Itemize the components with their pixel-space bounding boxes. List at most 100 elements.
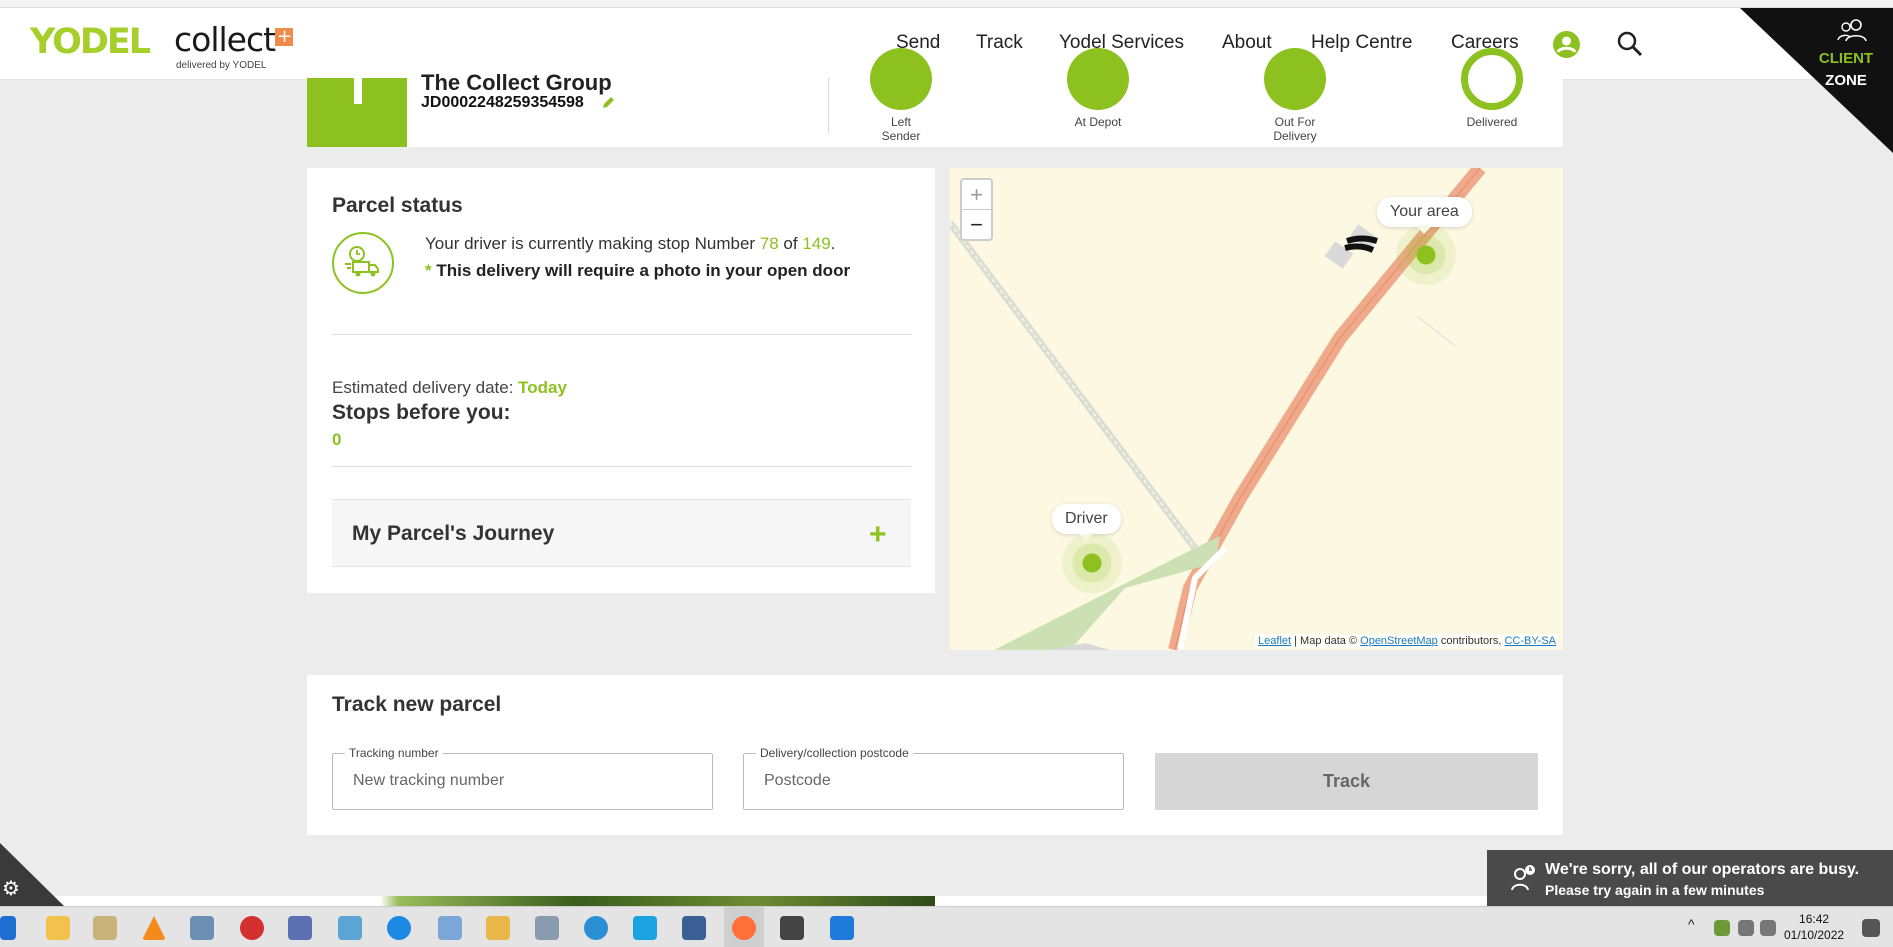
windows-taskbar: ^ 16:42 01/10/2022 xyxy=(0,906,1893,947)
step-at-depot-dot xyxy=(1067,48,1129,110)
total-stops-number: 149 xyxy=(802,234,831,253)
step-at-depot-label: At Depot xyxy=(1074,115,1122,129)
parcel-status-card: Parcel status Your driver is currently m… xyxy=(307,168,935,593)
folder-icon[interactable] xyxy=(486,916,510,940)
of-word: of xyxy=(778,234,803,253)
client-zone-top: CLIENT xyxy=(1818,50,1874,67)
tray-chevron-icon[interactable]: ^ xyxy=(1688,916,1702,940)
step-out-for-delivery-label: Out For Delivery xyxy=(1273,115,1317,143)
stops-before-label: Stops before you: xyxy=(332,401,511,424)
sender-name: The Collect Group xyxy=(421,70,612,95)
postcode-input[interactable] xyxy=(764,772,1094,790)
cookie-gear-icon[interactable]: ⚙ xyxy=(2,876,20,901)
file-explorer-icon[interactable] xyxy=(46,916,70,940)
delivery-truck-icon xyxy=(332,232,394,294)
promo-image xyxy=(40,896,935,906)
step-left-sender: Left Sender xyxy=(841,48,961,143)
current-stop-number: 78 xyxy=(759,234,779,253)
collect-plus-logo[interactable]: collect + xyxy=(174,20,294,59)
yodel-logo[interactable]: YODEL xyxy=(30,22,151,62)
docker-icon[interactable] xyxy=(584,916,608,940)
site-header: YODEL collect + delivered by YODEL Send T… xyxy=(0,8,1893,80)
hub-app-icon[interactable] xyxy=(682,916,706,940)
attribution-mid: | Map data © xyxy=(1291,635,1361,647)
map-tiles xyxy=(950,168,1486,650)
estimated-delivery-value: Today xyxy=(518,378,567,397)
your-area-label: Your area xyxy=(1377,197,1472,234)
client-zone-label[interactable]: CLIENT ZONE xyxy=(1806,48,1886,92)
nav-yodel-services[interactable]: Yodel Services xyxy=(1059,32,1184,54)
parcel-summary-card: The Collect Group JD0002248259354598 Lef… xyxy=(307,48,1563,147)
nav-track[interactable]: Track xyxy=(976,32,1023,54)
taskbar-clock[interactable]: 16:42 01/10/2022 xyxy=(1784,911,1844,943)
teamviewer-icon[interactable] xyxy=(830,916,854,940)
driver-label: Driver xyxy=(1052,504,1121,541)
step-delivered-dot xyxy=(1461,48,1523,110)
track-new-parcel-card: Track new parcel Tracking number Deliver… xyxy=(307,675,1563,835)
step-out-for-delivery: Out For Delivery xyxy=(1235,48,1355,143)
collect-logo-text: collect xyxy=(174,20,276,59)
stops-before-value: 0 xyxy=(332,430,342,449)
spreadsheet-icon[interactable] xyxy=(288,916,312,940)
start-menu-icon[interactable] xyxy=(0,916,16,940)
map-zoom-control: + − xyxy=(960,178,993,241)
chat-agent-icon xyxy=(1510,864,1536,892)
client-zone-bottom: ZONE xyxy=(1825,72,1867,89)
chat-status-banner[interactable]: We're sorry, all of our operators are bu… xyxy=(1487,850,1893,906)
track-button[interactable]: Track xyxy=(1155,753,1538,810)
tray-app-icon[interactable] xyxy=(1714,920,1730,936)
security-app-icon[interactable] xyxy=(780,916,804,940)
edit-pencil-icon[interactable] xyxy=(601,96,615,110)
internet-explorer-icon[interactable] xyxy=(387,916,411,940)
your-area-marker[interactable] xyxy=(1396,225,1456,285)
network-app-icon[interactable] xyxy=(535,916,559,940)
tracking-number-legend: Tracking number xyxy=(345,746,443,760)
volume-icon[interactable] xyxy=(1760,920,1776,936)
media-player-icon[interactable] xyxy=(93,916,117,940)
delivery-map[interactable]: + − Your area Driver Leaflet | Map data … xyxy=(950,168,1563,650)
asterisk: * xyxy=(425,261,437,280)
paint-icon[interactable] xyxy=(190,916,214,940)
expand-plus-icon[interactable]: + xyxy=(869,520,887,550)
estimated-delivery: Estimated delivery date: Today xyxy=(332,378,567,398)
zoom-out-button[interactable]: − xyxy=(962,209,991,238)
driver-stop-message: Your driver is currently making stop Num… xyxy=(425,234,835,254)
postcode-field: Delivery/collection postcode xyxy=(743,746,1124,810)
search-icon[interactable] xyxy=(1616,30,1644,58)
driver-prefix: Your driver is currently making stop Num… xyxy=(425,234,760,253)
clock-time: 16:42 xyxy=(1799,912,1830,926)
parcel-status-badge xyxy=(307,78,407,147)
firefox-icon[interactable] xyxy=(732,916,756,940)
postcode-legend: Delivery/collection postcode xyxy=(756,746,913,760)
step-at-depot: At Depot xyxy=(1038,48,1158,129)
notes-icon[interactable] xyxy=(338,916,362,940)
tracking-number-field: Tracking number xyxy=(332,746,713,810)
zoom-in-button[interactable]: + xyxy=(962,180,991,209)
nav-about[interactable]: About xyxy=(1222,32,1272,54)
estimated-delivery-label: Estimated delivery date: xyxy=(332,378,519,397)
vlc-icon[interactable] xyxy=(142,916,166,940)
tracking-number-input[interactable] xyxy=(353,772,683,790)
photo-requirement-note: * This delivery will require a photo in … xyxy=(425,261,850,281)
driver-marker[interactable] xyxy=(1062,533,1122,593)
nav-help-centre[interactable]: Help Centre xyxy=(1311,32,1412,54)
step-delivered: Delivered xyxy=(1432,48,1552,129)
promo-panel xyxy=(935,896,1563,906)
status-divider-2 xyxy=(332,466,911,467)
map-attribution: Leaflet | Map data © OpenStreetMap contr… xyxy=(1255,634,1559,648)
account-icon[interactable] xyxy=(1553,31,1580,58)
tracking-id: JD0002248259354598 xyxy=(421,94,584,111)
arduino-icon[interactable] xyxy=(633,916,657,940)
notifications-icon[interactable] xyxy=(1862,919,1880,937)
t-app-icon[interactable] xyxy=(240,916,264,940)
network-icon[interactable] xyxy=(1738,920,1754,936)
chat-message-line2: Please try again in a few minutes xyxy=(1545,882,1765,898)
cc-by-sa-link[interactable]: CC-BY-SA xyxy=(1504,635,1556,647)
leaflet-link[interactable]: Leaflet xyxy=(1258,635,1291,647)
parcel-journey-accordion[interactable]: My Parcel's Journey + xyxy=(332,499,911,567)
browser-strip xyxy=(0,0,1893,8)
clock-date: 01/10/2022 xyxy=(1784,928,1845,942)
phone-app-icon[interactable] xyxy=(438,916,462,940)
openstreetmap-link[interactable]: OpenStreetMap xyxy=(1360,635,1438,647)
chat-message-line1: We're sorry, all of our operators are bu… xyxy=(1545,861,1860,878)
